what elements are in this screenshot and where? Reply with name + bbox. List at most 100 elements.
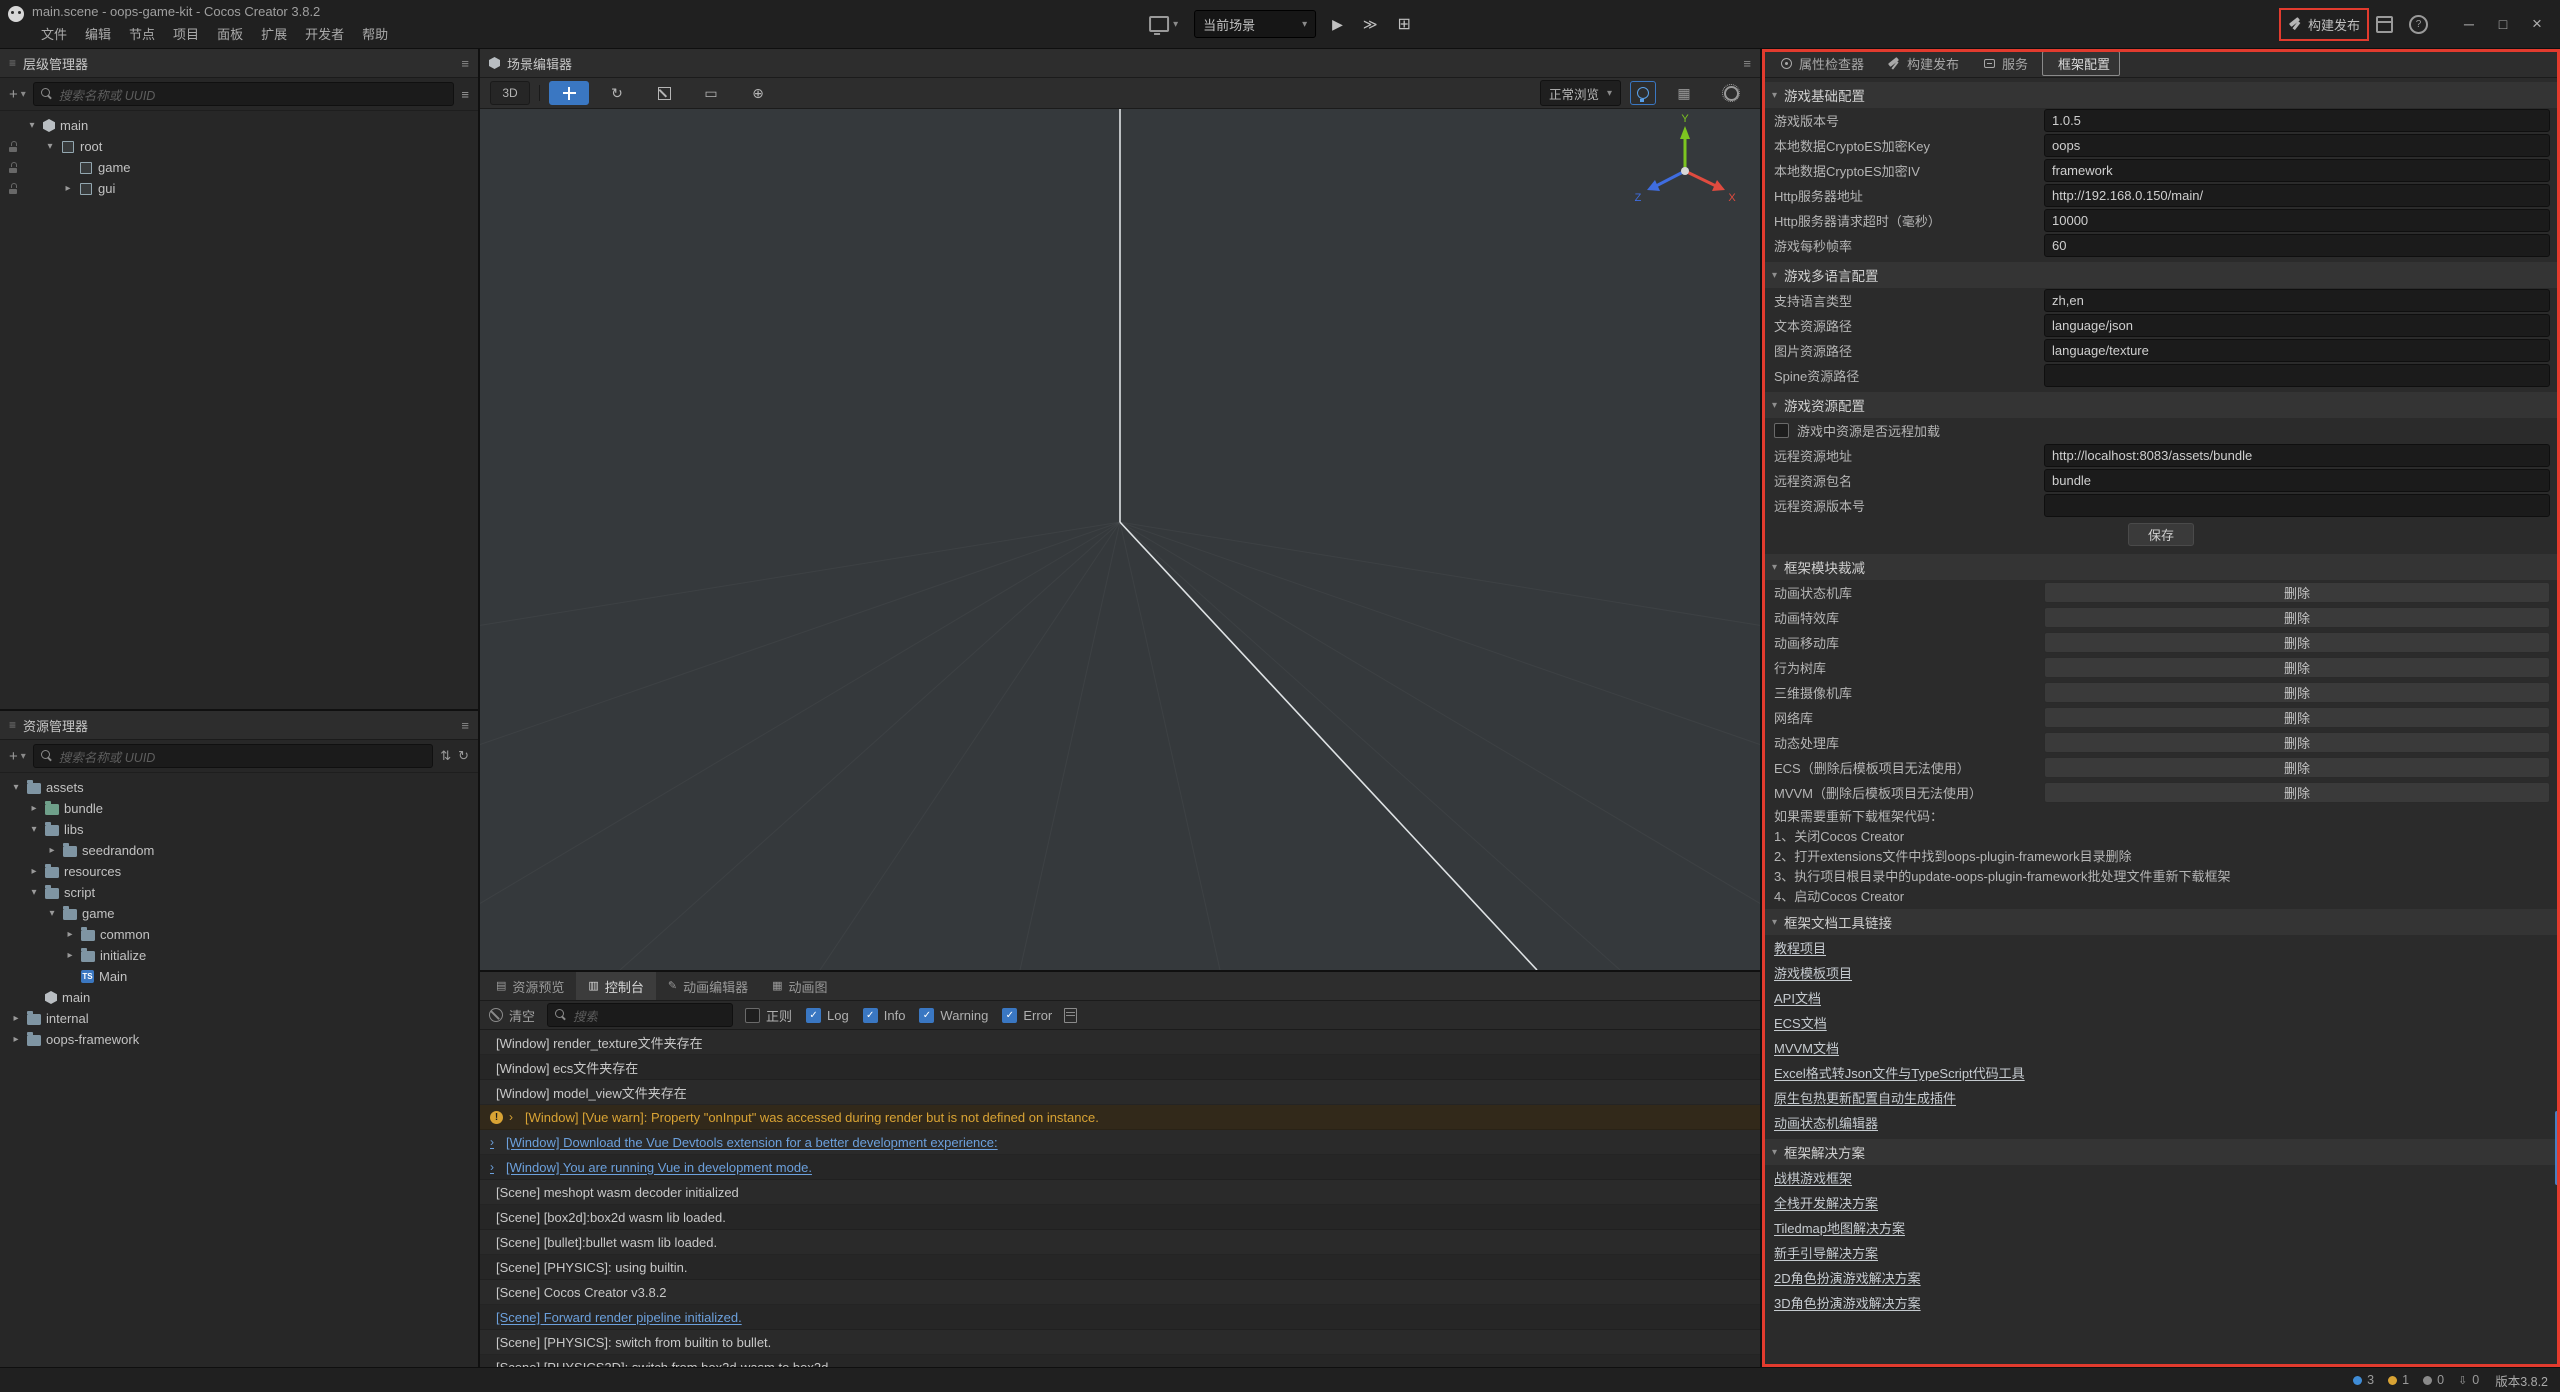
log-row[interactable]: [Scene] meshopt wasm decoder initialized	[480, 1180, 1760, 1205]
delete-module-button[interactable]: 删除	[2044, 657, 2550, 678]
console-tab[interactable]: 控制台	[576, 972, 655, 1000]
doc-link[interactable]: MVVM文档	[1774, 1038, 1839, 1057]
console-search-input[interactable]: 搜索	[547, 1003, 733, 1027]
doc-link[interactable]: 原生包热更新配置自动生成插件	[1774, 1088, 1956, 1107]
status-count[interactable]: 0	[2423, 1373, 2444, 1387]
expand-arrow-icon[interactable]: ▾	[28, 824, 40, 835]
section-header-language[interactable]: 游戏多语言配置	[1762, 262, 2560, 288]
sort-icon[interactable]: ⇅	[440, 748, 451, 764]
log-row[interactable]: [Scene] Cocos Creator v3.8.2	[480, 1280, 1760, 1305]
view-mode-dropdown[interactable]: 正常浏览 ▾	[1540, 80, 1621, 106]
menu-item[interactable]: 节点	[120, 22, 164, 45]
lighting-toggle-button[interactable]	[1630, 81, 1656, 105]
save-button[interactable]: 保存	[2128, 523, 2194, 546]
step-button[interactable]	[1359, 14, 1382, 35]
menu-item[interactable]: 文件	[32, 22, 76, 45]
expand-arrow-icon[interactable]: ▸	[64, 950, 76, 961]
assets-search-input[interactable]: 搜索名称或 UUID	[33, 744, 433, 768]
log-filter-checkbox[interactable]: Info	[863, 1008, 906, 1023]
solution-link[interactable]: 2D角色扮演游戏解决方案	[1774, 1268, 1921, 1287]
log-row[interactable]: [Window] render_texture文件夹存在	[480, 1030, 1760, 1055]
property-input[interactable]: http://192.168.0.150/main/	[2044, 184, 2550, 207]
log-row[interactable]: [Scene] Forward render pipeline initiali…	[480, 1305, 1760, 1330]
menu-item[interactable]: 扩展	[252, 22, 296, 45]
pivot-tool-button[interactable]	[739, 82, 777, 104]
menu-item[interactable]: 帮助	[353, 22, 397, 45]
console-tab[interactable]: 动画编辑器	[656, 972, 760, 1000]
section-header-resource[interactable]: 游戏资源配置	[1762, 392, 2560, 418]
mode-3d-button[interactable]: 3D	[490, 81, 530, 105]
delete-module-button[interactable]: 删除	[2044, 607, 2550, 628]
inspector-tab[interactable]: 服务	[1973, 51, 2038, 76]
section-header-modules[interactable]: 框架模块裁减	[1762, 554, 2560, 580]
panel-menu-icon[interactable]	[461, 718, 469, 733]
hierarchy-search-input[interactable]: 搜索名称或 UUID	[33, 82, 455, 106]
log-row[interactable]: [Scene] [PHYSICS]: using builtin.	[480, 1255, 1760, 1280]
console-tab[interactable]: 动画图	[760, 972, 839, 1000]
log-row[interactable]: [Window] model_view文件夹存在	[480, 1080, 1760, 1105]
scene-select-dropdown[interactable]: 当前场景 ▾	[1194, 10, 1316, 38]
doc-link[interactable]: 教程项目	[1774, 938, 1826, 957]
console-tab[interactable]: 资源预览	[484, 972, 576, 1000]
expand-arrow-icon[interactable]: ▸	[10, 1034, 22, 1045]
solution-link[interactable]: 3D角色扮演游戏解决方案	[1774, 1293, 1921, 1312]
axis-gizmo[interactable]: Y X Z	[1630, 113, 1740, 223]
panel-menu-icon[interactable]	[461, 56, 469, 71]
inspector-tab[interactable]: 属性检查器	[1770, 51, 1874, 76]
asset-tree-item[interactable]: ▾ script	[0, 882, 478, 903]
expand-arrow-icon[interactable]: ▾	[46, 908, 58, 919]
property-input[interactable]: language/json	[2044, 314, 2550, 337]
log-row[interactable]: [Window] You are running Vue in developm…	[480, 1155, 1760, 1180]
rect-tool-button[interactable]	[692, 82, 730, 104]
asset-tree-item[interactable]: ▸ oops-framework	[0, 1029, 478, 1050]
asset-tree-item[interactable]: ▸ common	[0, 924, 478, 945]
add-node-button[interactable]: +▾	[9, 86, 26, 103]
delete-module-button[interactable]: 删除	[2044, 707, 2550, 728]
delete-module-button[interactable]: 删除	[2044, 732, 2550, 753]
status-count[interactable]: 0	[2458, 1373, 2479, 1387]
hierarchy-tree-item[interactable]: ▾ root	[0, 136, 478, 157]
expand-arrow-icon[interactable]: ▸	[10, 1013, 22, 1024]
maximize-button[interactable]	[2488, 16, 2518, 32]
asset-tree-item[interactable]: ▾ game	[0, 903, 478, 924]
hierarchy-tree-item[interactable]: ▸ gui	[0, 178, 478, 199]
panel-menu-icon[interactable]	[1743, 56, 1751, 71]
menu-item[interactable]: 开发者	[296, 22, 353, 45]
property-input[interactable]: bundle	[2044, 469, 2550, 492]
log-filter-checkbox[interactable]: 正则	[745, 1006, 792, 1025]
delete-module-button[interactable]: 删除	[2044, 582, 2550, 603]
lock-icon[interactable]	[8, 141, 18, 152]
move-tool-button[interactable]	[549, 81, 589, 105]
section-header-solutions[interactable]: 框架解决方案	[1762, 1139, 2560, 1165]
log-row[interactable]: [Scene] [PHYSICS2D]: switch from box2d-w…	[480, 1355, 1760, 1367]
property-input[interactable]: 60	[2044, 234, 2550, 257]
hierarchy-tree-item[interactable]: game	[0, 157, 478, 178]
preview-target-button[interactable]: ▾	[1145, 14, 1182, 34]
inspector-tab[interactable]: 框架配置	[2042, 51, 2120, 76]
refresh-icon[interactable]: ↻	[458, 748, 469, 764]
extension-store-icon[interactable]	[2376, 16, 2393, 33]
property-input[interactable]: 10000	[2044, 209, 2550, 232]
property-input[interactable]: language/texture	[2044, 339, 2550, 362]
expand-arrow-icon[interactable]: ▾	[28, 887, 40, 898]
asset-tree-item[interactable]: ▸ seedrandom	[0, 840, 478, 861]
status-count[interactable]: 3	[2353, 1373, 2374, 1387]
doc-link[interactable]: ECS文档	[1774, 1013, 1827, 1032]
log-row[interactable]: [Window] ecs文件夹存在	[480, 1055, 1760, 1080]
property-input[interactable]: framework	[2044, 159, 2550, 182]
status-count[interactable]: 1	[2388, 1373, 2409, 1387]
expand-arrow-icon[interactable]: ▾	[26, 120, 38, 131]
log-row[interactable]: [Scene] [bullet]:bullet wasm lib loaded.	[480, 1230, 1760, 1255]
log-row[interactable]: [Window] [Vue warn]: Property "onInput" …	[480, 1105, 1760, 1130]
play-button[interactable]	[1328, 14, 1347, 35]
close-button[interactable]	[2522, 14, 2552, 34]
delete-module-button[interactable]: 删除	[2044, 682, 2550, 703]
expand-arrow-icon[interactable]: ▾	[44, 141, 56, 152]
inspector-tab[interactable]: 构建发布	[1878, 51, 1969, 76]
asset-tree-item[interactable]: ▸ resources	[0, 861, 478, 882]
log-row[interactable]: [Window] Download the Vue Devtools exten…	[480, 1130, 1760, 1155]
asset-tree-item[interactable]: ▸ internal	[0, 1008, 478, 1029]
build-publish-button[interactable]: 构建发布	[2288, 15, 2360, 34]
doc-link[interactable]: Excel格式转Json文件与TypeScript代码工具	[1774, 1063, 2025, 1082]
expand-arrow-icon[interactable]: ▸	[62, 183, 74, 194]
